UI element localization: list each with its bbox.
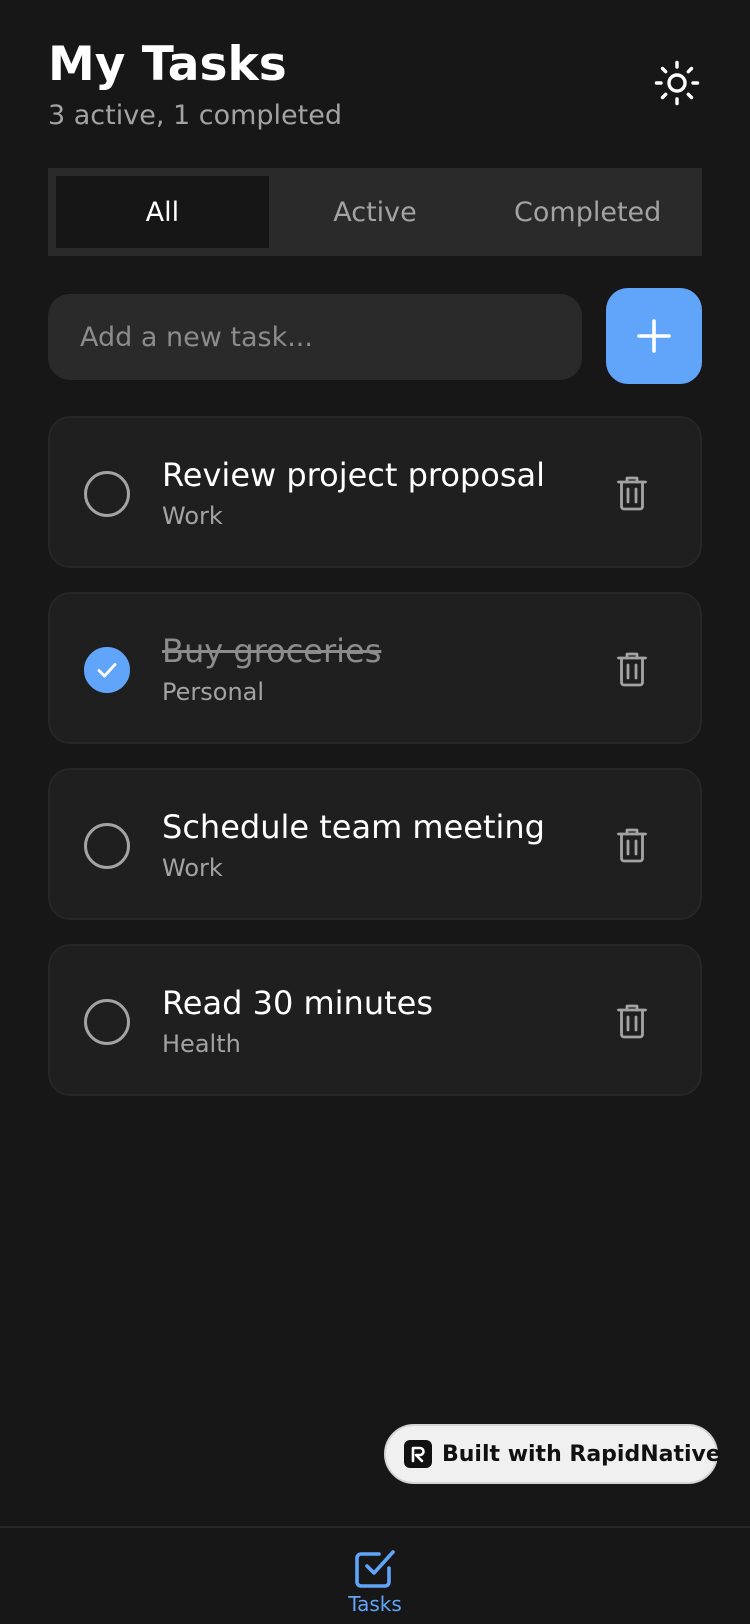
rapidnative-logo-icon [404, 1440, 432, 1468]
task-category: Work [162, 502, 223, 530]
page-title: My Tasks [48, 37, 287, 92]
task-item: Review project proposal Work [48, 416, 702, 568]
delete-task-button[interactable] [612, 472, 652, 514]
task-category: Health [162, 1030, 241, 1058]
delete-task-button[interactable] [612, 1000, 652, 1042]
bottom-tab-bar: Tasks [0, 1526, 750, 1624]
task-checkbox[interactable] [84, 647, 130, 693]
badge-label: Built with RapidNative [442, 1441, 721, 1467]
header: My Tasks 3 active, 1 completed [48, 34, 702, 144]
checkbox-icon [355, 1550, 395, 1588]
task-title: Buy groceries [162, 632, 382, 670]
checkmark-icon [97, 663, 117, 678]
tab-tasks-label: Tasks [348, 1592, 402, 1616]
tab-tasks[interactable]: Tasks [325, 1546, 425, 1624]
plus-icon [637, 319, 671, 353]
new-task-input[interactable] [48, 294, 582, 380]
filter-tab-all[interactable]: All [56, 176, 269, 248]
sun-icon [654, 60, 700, 106]
filter-tab-active[interactable]: Active [269, 176, 482, 248]
task-item: Read 30 minutes Health [48, 944, 702, 1096]
trash-icon [617, 652, 647, 687]
trash-icon [617, 476, 647, 511]
task-category: Personal [162, 678, 265, 706]
trash-icon [617, 828, 647, 863]
filter-tab-completed[interactable]: Completed [481, 176, 694, 248]
task-category: Work [162, 854, 223, 882]
task-title: Schedule team meeting [162, 808, 545, 846]
add-task-button[interactable] [606, 288, 702, 384]
trash-icon [617, 1004, 647, 1039]
task-checkbox[interactable] [84, 823, 130, 869]
add-task-row [48, 288, 702, 384]
task-item: Schedule team meeting Work [48, 768, 702, 920]
delete-task-button[interactable] [612, 648, 652, 690]
task-checkbox[interactable] [84, 471, 130, 517]
task-summary: 3 active, 1 completed [48, 100, 343, 131]
task-item: Buy groceries Personal [48, 592, 702, 744]
built-with-badge[interactable]: Built with RapidNative [384, 1424, 721, 1484]
task-checkbox[interactable] [84, 999, 130, 1045]
delete-task-button[interactable] [612, 824, 652, 866]
task-list: Review project proposal Work Buy groceri… [48, 416, 702, 1120]
task-title: Review project proposal [162, 456, 545, 494]
filter-tabs: All Active Completed [48, 168, 702, 256]
task-title: Read 30 minutes [162, 984, 433, 1022]
theme-toggle-button[interactable] [652, 58, 702, 108]
